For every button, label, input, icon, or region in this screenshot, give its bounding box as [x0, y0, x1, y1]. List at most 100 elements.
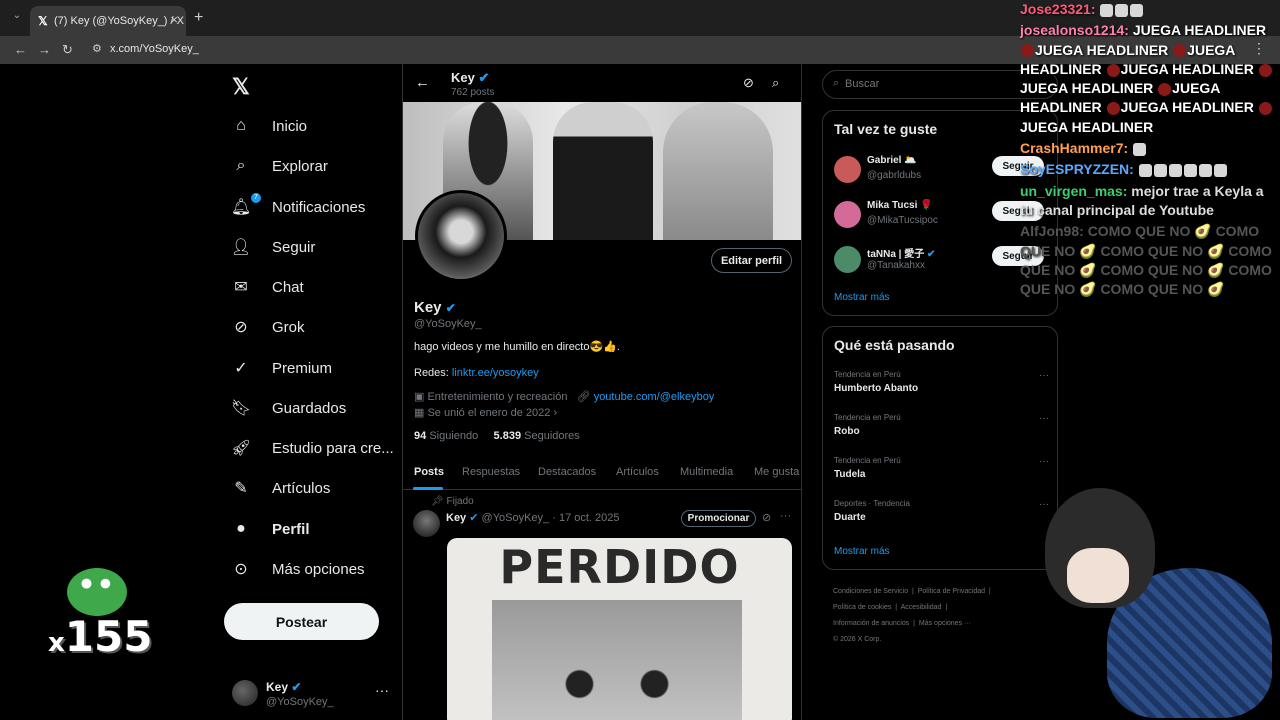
- account-more-icon[interactable]: ···: [375, 682, 389, 698]
- chat-message: AlfJon98: COMO QUE NO 🥑 COMO QUE NO 🥑 CO…: [1020, 222, 1280, 299]
- suggestion-handle: @Tanakahxx: [867, 260, 925, 271]
- browser-tab[interactable]: 𝕏 (7) Key (@YoSoyKey_) / X ×: [30, 6, 186, 36]
- profile-avatar[interactable]: [415, 190, 507, 282]
- profile-meta: ▣ Entretenimiento y recreación 🔗︎ youtub…: [414, 390, 714, 403]
- chat-username: Jose23321:: [1020, 1, 1096, 17]
- x-logo-icon[interactable]: 𝕏: [232, 74, 250, 100]
- tab-search-icon[interactable]: ⌄: [8, 10, 26, 26]
- back-icon[interactable]: ←: [14, 42, 27, 57]
- emote-icon: [1106, 63, 1120, 77]
- tab-me-gusta[interactable]: Me gusta: [754, 466, 799, 478]
- vtuber-avatar: [1045, 488, 1280, 720]
- post-author[interactable]: Key: [446, 512, 466, 524]
- chat-username: josealonso1214:: [1020, 22, 1129, 39]
- nav-item-articulos[interactable]: ✎ Artículos: [232, 473, 330, 503]
- new-tab-icon[interactable]: +: [194, 9, 203, 27]
- trend-item[interactable]: Tendencia en Perú Tudela ···: [834, 456, 1049, 492]
- suggestion-handle: @gabrldubs: [867, 170, 922, 181]
- nav-item-notificaciones[interactable]: 🔔︎ 7 Notificaciones: [231, 192, 366, 222]
- nav-label: Notificaciones: [272, 198, 366, 216]
- nav-item-estudio[interactable]: 🚀︎ Estudio para cre...: [231, 433, 394, 463]
- tab-multimedia[interactable]: Multimedia: [680, 466, 733, 478]
- footer-link[interactable]: Accesibilidad: [901, 604, 942, 611]
- tab-close-icon[interactable]: ×: [170, 12, 178, 27]
- nav-label: Guardados: [272, 399, 347, 417]
- verified-badge-icon: ✔: [445, 301, 456, 315]
- trend-topic: Duarte: [834, 512, 866, 523]
- nav-item-grok[interactable]: ⊘ Grok: [232, 312, 304, 342]
- add-user-icon: 👤︎: [230, 239, 252, 256]
- nav-item-premium[interactable]: ✓ Premium: [232, 353, 332, 383]
- nav-item-inicio[interactable]: ⌂ Inicio: [232, 111, 307, 141]
- article-icon: ✎: [234, 480, 248, 497]
- nav-item-perfil[interactable]: ● Perfil: [232, 514, 309, 544]
- who-to-follow-title: Tal vez te guste: [834, 121, 938, 137]
- post-image[interactable]: PERDIDO: [447, 538, 792, 720]
- suggestion-item[interactable]: Gabriel 🌥️ @gabrldubs Seguir: [834, 154, 1049, 188]
- footer-link[interactable]: Política de cookies: [833, 604, 891, 611]
- footer-link[interactable]: Más opciones ···: [919, 620, 971, 627]
- emote-icon: [1106, 102, 1120, 116]
- poster-text: PERDIDO: [499, 540, 740, 594]
- emote-icon: [1100, 3, 1114, 17]
- nav-item-chat[interactable]: ✉ Chat: [232, 272, 303, 302]
- tab-articulos[interactable]: Artículos: [616, 466, 659, 478]
- trend-topic: Robo: [834, 426, 860, 437]
- footer-link[interactable]: Condiciones de Servicio: [833, 588, 908, 595]
- forward-icon[interactable]: →: [38, 42, 51, 57]
- chat-text: JUEGA HEADLINER: [1035, 41, 1169, 58]
- profile-website[interactable]: youtube.com/@elkeyboy: [594, 391, 715, 403]
- chat-username: SoyESPRYZZEN:: [1020, 161, 1134, 178]
- trend-item[interactable]: Deportes · Tendencia Duarte ···: [834, 499, 1049, 535]
- post-date[interactable]: · 17 oct. 2025: [552, 512, 619, 524]
- chevron-right-icon[interactable]: ›: [553, 407, 557, 419]
- trend-item[interactable]: Tendencia en Perú Robo ···: [834, 413, 1049, 449]
- post-more-icon[interactable]: ···: [780, 510, 791, 522]
- profile-handle: @YoSoyKey_: [414, 318, 482, 330]
- grok-icon[interactable]: ⊘: [743, 75, 754, 91]
- grok-icon[interactable]: ⊘: [762, 511, 771, 524]
- chat-message: un_virgen_mas: mejor trae a Keyla a tu c…: [1020, 182, 1280, 221]
- nav-item-seguir[interactable]: 👤︎ Seguir: [230, 232, 316, 262]
- footer-link[interactable]: Política de Privacidad: [918, 588, 985, 595]
- back-arrow-icon[interactable]: ←: [415, 74, 430, 91]
- profile-name: Key: [414, 299, 442, 316]
- redes-link[interactable]: linktr.ee/yosoykey: [452, 367, 539, 379]
- profile-category: Entretenimiento y recreación: [427, 391, 568, 403]
- tab-respuestas[interactable]: Respuestas: [462, 466, 520, 478]
- trend-item[interactable]: Tendencia en Perú Humberto Abanto ···: [834, 370, 1049, 406]
- user-icon: ●: [236, 520, 246, 537]
- following-link[interactable]: 94 Siguiendo: [414, 430, 478, 442]
- chat-username: un_virgen_mas:: [1020, 182, 1128, 199]
- emote-icon: [1021, 44, 1034, 58]
- suggestion-item[interactable]: Mika Tucsi 🌹 @MikaTucsipoc Seguir: [834, 199, 1049, 233]
- nav-label: Seguir: [272, 238, 316, 256]
- emote-icon: [1153, 164, 1167, 178]
- nav-item-guardados[interactable]: 🔖︎ Guardados: [231, 393, 347, 423]
- show-more-link[interactable]: Mostrar más: [834, 546, 890, 557]
- tab-title: (7) Key (@YoSoyKey_) / X: [54, 15, 184, 27]
- url-field[interactable]: x.com/YoSoyKey_: [110, 43, 199, 55]
- promote-button[interactable]: Promocionar: [681, 510, 756, 527]
- tab-destacados[interactable]: Destacados: [538, 466, 596, 478]
- site-info-icon[interactable]: ⚙: [92, 42, 102, 55]
- show-more-link[interactable]: Mostrar más: [834, 292, 890, 303]
- trend-more-icon[interactable]: ···: [1039, 456, 1049, 467]
- edit-profile-button[interactable]: Editar perfil: [711, 248, 792, 273]
- tab-posts[interactable]: Posts: [414, 466, 444, 478]
- reload-icon[interactable]: ↻: [62, 42, 73, 58]
- post-button[interactable]: Postear: [224, 603, 379, 640]
- suggestion-item[interactable]: taNNa | 愛子 ✔ @Tanakahxx Seguir: [834, 244, 1049, 278]
- nav-item-explorar[interactable]: ⌕ Explorar: [232, 151, 328, 181]
- avatar[interactable]: [413, 510, 440, 537]
- search-icon[interactable]: ⌕: [772, 75, 779, 91]
- post-header: Key ✔ @YoSoyKey_ · 17 oct. 2025: [446, 511, 620, 524]
- followers-label: Seguidores: [524, 430, 580, 442]
- nav-label: Premium: [272, 359, 333, 377]
- nav-item-mas-opciones[interactable]: ⊙ Más opciones: [232, 554, 364, 584]
- profile-joined: Se unió el enero de 2022: [427, 407, 551, 419]
- avatar: [834, 201, 861, 228]
- account-switcher[interactable]: Key ✔ @YoSoyKey_ ···: [232, 676, 392, 716]
- footer-link[interactable]: Información de anuncios: [833, 620, 909, 627]
- followers-link[interactable]: 5.839 Seguidores: [494, 430, 580, 442]
